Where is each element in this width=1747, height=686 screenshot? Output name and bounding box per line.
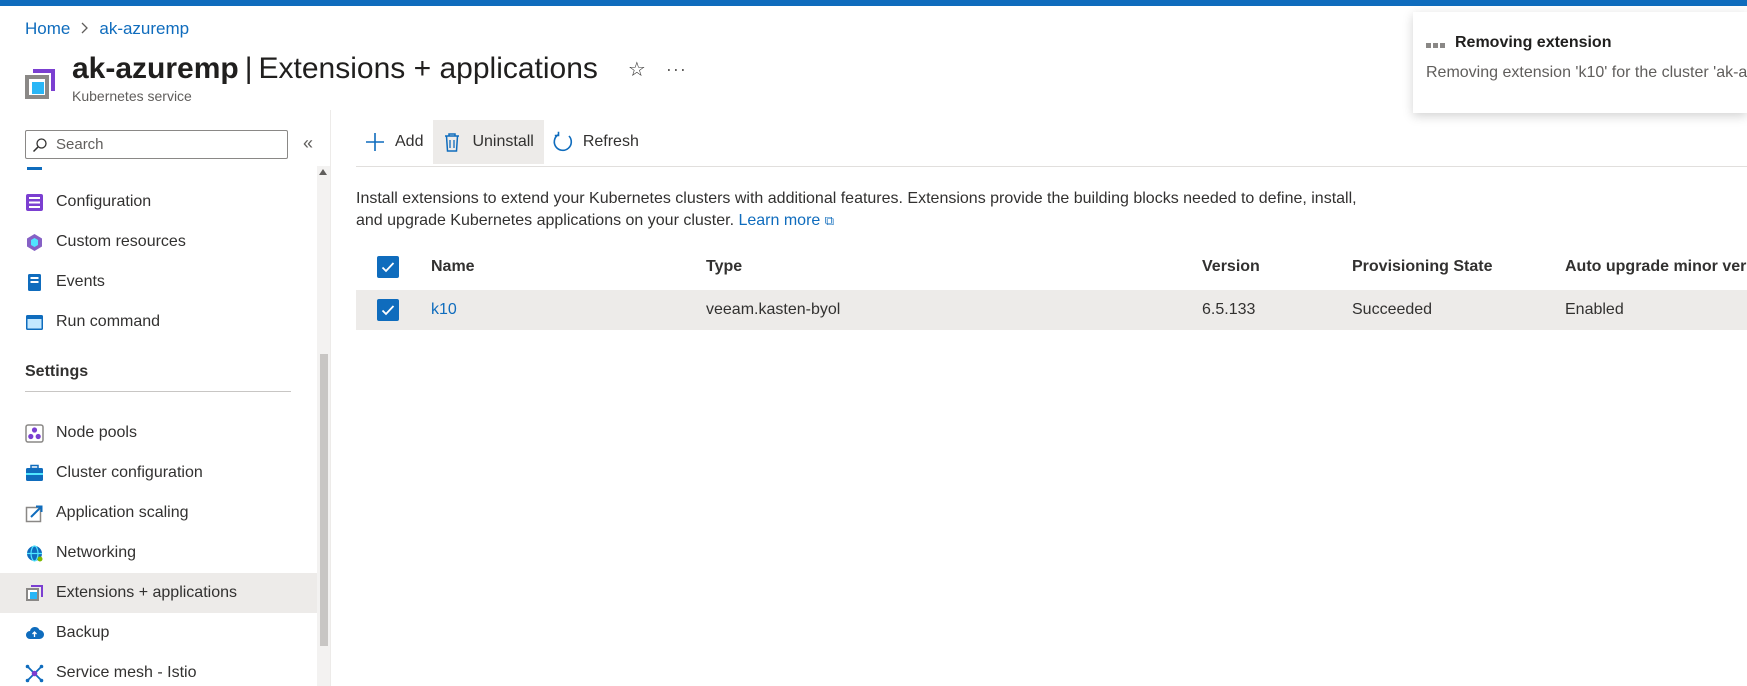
learn-more-label: Learn more [738,212,821,229]
page-name: Extensions + applications [258,52,598,85]
auto-upgrade-status: Enabled [1565,301,1624,318]
sidebar-item-label: Run command [56,313,161,330]
sidebar-item-cluster-configuration[interactable]: Cluster configuration [0,453,317,493]
cluster-configuration-icon [26,464,43,481]
content-divider [330,110,331,686]
portal-top-bar [0,0,1747,6]
sidebar-item-node-pools[interactable]: Node pools [0,413,317,453]
sidebar-item-label: Networking [56,544,137,561]
collapse-sidebar-icon[interactable]: « [303,133,313,154]
toast-message: Removing extension 'k10' for the cluster… [1426,64,1747,81]
checkmark-icon [381,305,395,316]
settings-divider [25,391,291,392]
uninstall-button[interactable]: Uninstall [433,120,544,164]
kubernetes-service-icon [22,66,58,102]
run-command-icon [26,314,43,330]
sidebar-scrollbar[interactable] [317,166,330,686]
sidebar-item-custom-resources[interactable]: Custom resources [0,222,317,262]
application-scaling-icon [25,505,43,522]
plus-icon [366,133,384,151]
select-all-checkbox[interactable] [377,256,399,278]
title-separator: | [244,52,253,85]
sidebar-item-label: Extensions + applications [56,584,237,601]
partial-item-icon [27,166,42,170]
table-header-row: Name Type Version Provisioning State Aut… [356,246,1747,288]
networking-icon [27,544,43,562]
breadcrumb-home-link[interactable]: Home [25,19,70,39]
extension-type: veeam.kasten-byol [706,301,841,318]
column-header-type[interactable]: Type [706,258,742,276]
sidebar-nav: Configuration Custom resources Events Ru… [0,160,330,686]
breadcrumb-resource-link[interactable]: ak-azuremp [99,19,189,39]
sidebar-item-label: Application scaling [56,504,189,521]
sidebar-item-label: Cluster configuration [56,464,203,481]
refresh-button[interactable]: Refresh [544,120,649,164]
sidebar-item-label: Node pools [56,424,137,441]
breadcrumb: Home ak-azuremp [25,19,189,39]
column-header-version[interactable]: Version [1202,258,1260,276]
sidebar-item-partial[interactable] [0,160,317,184]
external-link-icon: ⧉ [824,213,835,228]
uninstall-button-label: Uninstall [472,133,534,150]
notification-toast[interactable]: Removing extension Removing extension 'k… [1413,12,1747,113]
page-header: ak-azuremp | Extensions + applications ☆ ·… [22,52,687,104]
scroll-up-arrow-icon[interactable] [319,169,327,175]
sidebar-item-application-scaling[interactable]: Application scaling [0,493,317,533]
extensions-description: Install extensions to extend your Kubern… [356,188,1376,232]
command-bar: Add Uninstall Refresh [356,120,649,164]
service-mesh-icon [25,664,44,682]
row-checkbox[interactable] [377,299,399,321]
search-icon [32,137,47,152]
search-placeholder: Search [56,136,104,153]
checkmark-icon [381,262,395,273]
resource-type-subtitle: Kubernetes service [72,88,192,104]
page-title: ak-azuremp | Extensions + applications [72,52,598,86]
sidebar-item-label: Backup [56,624,110,641]
extension-name-link[interactable]: k10 [431,301,457,319]
description-text: Install extensions to extend your Kubern… [356,190,1357,229]
backup-icon [26,626,44,639]
column-header-auto-upgrade[interactable]: Auto upgrade minor version [1565,258,1747,276]
sidebar-item-configuration[interactable]: Configuration [0,182,317,222]
extension-version: 6.5.133 [1202,301,1256,318]
more-actions-icon[interactable]: ··· [666,59,687,80]
resource-name: ak-azuremp [72,52,239,85]
sidebar-item-run-command[interactable]: Run command [0,302,317,342]
refresh-button-label: Refresh [582,133,639,150]
add-button[interactable]: Add [356,120,433,164]
sidebar-search-input[interactable]: Search [25,130,288,159]
sidebar-item-extensions-applications[interactable]: Extensions + applications [0,573,317,613]
sidebar-item-label: Events [56,273,105,290]
chevron-right-icon [80,21,89,38]
sidebar-item-backup[interactable]: Backup [0,613,317,653]
sidebar-item-label: Service mesh - Istio [56,664,197,681]
add-button-label: Add [395,133,424,150]
column-header-name[interactable]: Name [431,258,475,276]
configuration-icon [26,193,43,211]
scrollbar-thumb[interactable] [320,354,328,646]
command-bar-divider [356,166,1747,167]
progress-dots-icon [1426,43,1445,48]
column-header-provisioning-state[interactable]: Provisioning State [1352,258,1492,276]
refresh-icon [553,131,572,152]
sidebar-item-events[interactable]: Events [0,262,317,302]
sidebar-item-label: Custom resources [56,233,186,250]
custom-resources-icon [27,233,42,251]
learn-more-link[interactable]: Learn more ⧉ [738,212,834,229]
events-icon [28,273,41,291]
favorite-star-icon[interactable]: ☆ [628,57,646,82]
provisioning-state: Succeeded [1352,301,1433,318]
node-pools-icon [25,423,44,443]
table-row[interactable]: k10 veeam.kasten-byol 6.5.133 Succeeded … [356,290,1747,330]
toast-title: Removing extension [1455,34,1612,51]
extensions-icon [26,584,43,601]
sidebar-item-service-mesh-istio[interactable]: Service mesh - Istio [0,653,317,686]
sidebar-item-label: Configuration [56,193,152,210]
settings-section-title: Settings [25,363,89,380]
trash-icon [445,133,460,152]
sidebar-item-networking[interactable]: Networking [0,533,317,573]
